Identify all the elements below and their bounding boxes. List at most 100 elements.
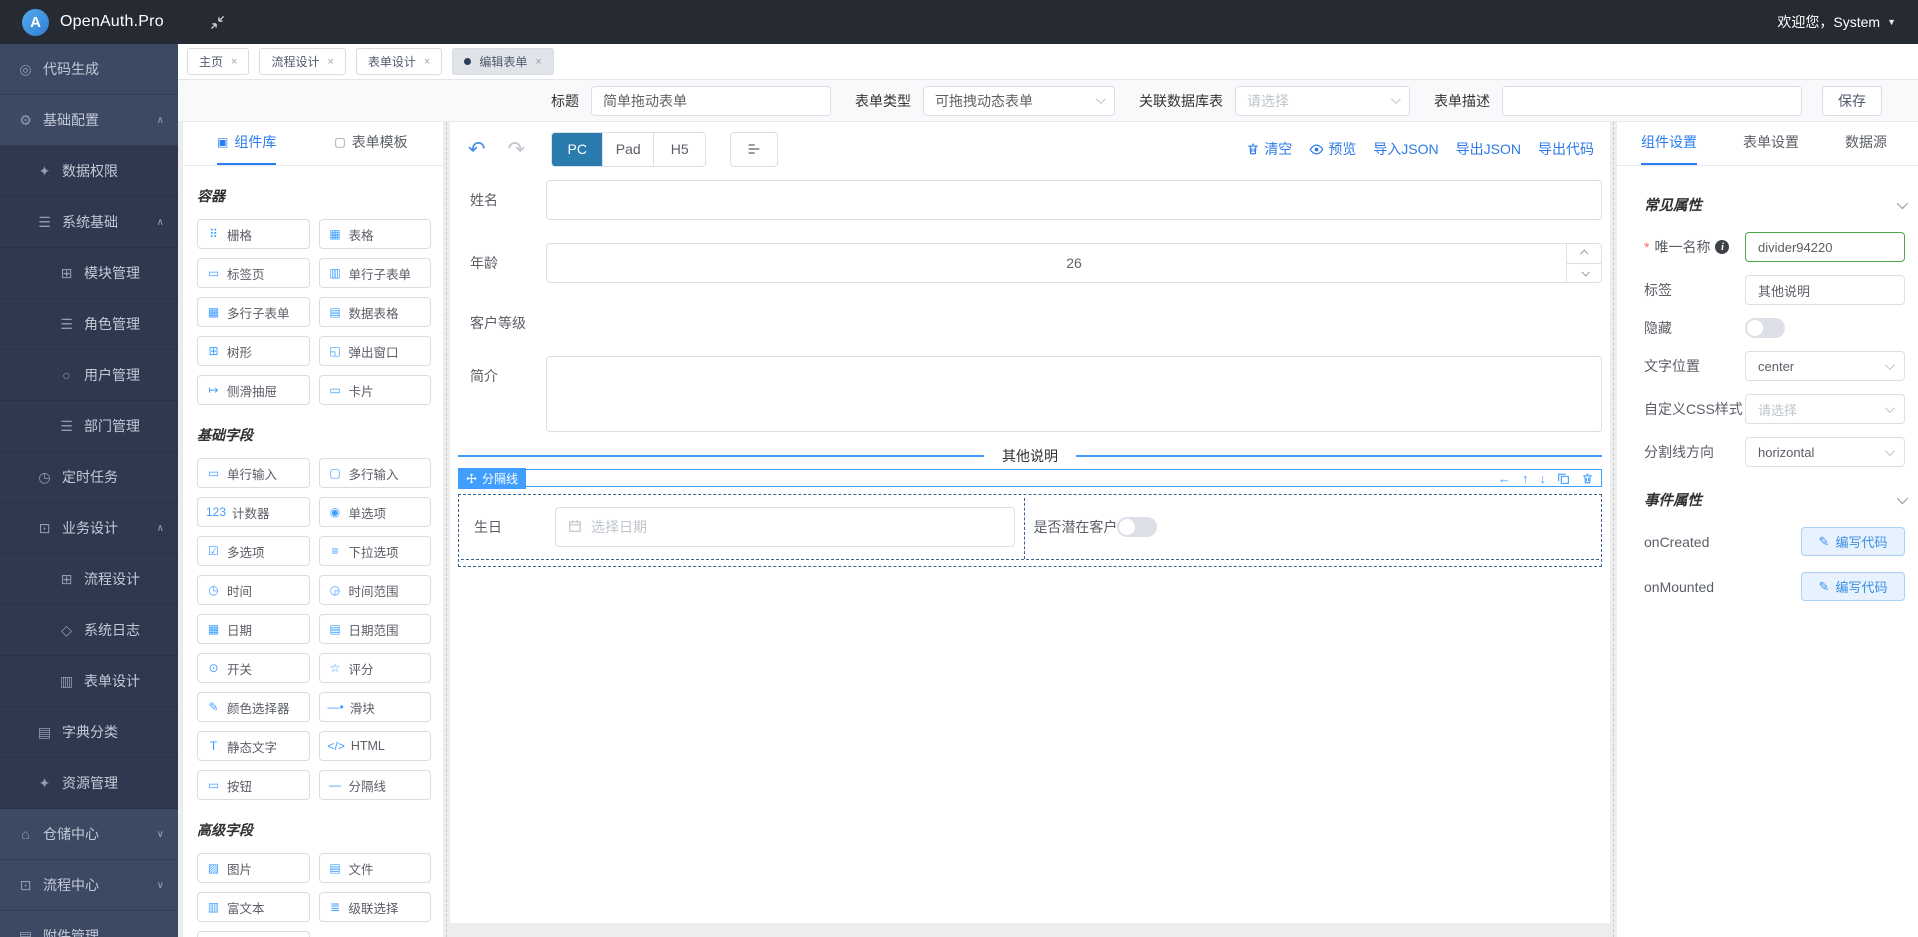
- close-tab-icon[interactable]: ×: [424, 56, 430, 68]
- sidebar-collapse-icon[interactable]: [210, 15, 225, 30]
- sidebar-item[interactable]: ⊞ 流程设计: [0, 554, 178, 605]
- library-component[interactable]: ≡ 下拉选项: [319, 536, 432, 566]
- library-component[interactable]: ▥ 富文本: [197, 892, 310, 922]
- library-component[interactable]: ▥ 单行子表单: [319, 258, 432, 288]
- sidebar-item[interactable]: ◷ 定时任务: [0, 452, 178, 503]
- info-icon[interactable]: i: [1715, 240, 1729, 254]
- page-tab[interactable]: 主页 ×: [187, 48, 249, 75]
- library-component[interactable]: ◱ 弹出窗口: [319, 336, 432, 366]
- library-component[interactable]: ◶ 时间范围: [319, 575, 432, 605]
- sidebar-item[interactable]: ☰ 部门管理: [0, 401, 178, 452]
- redo-icon[interactable]: ↷: [508, 137, 526, 162]
- name-input[interactable]: [546, 180, 1602, 220]
- library-component[interactable]: ⊞ 树形: [197, 336, 310, 366]
- age-number-input[interactable]: 26: [546, 243, 1602, 283]
- common-props-section-header[interactable]: 常见属性: [1644, 194, 1905, 215]
- library-component[interactable]: ◷ 时间: [197, 575, 310, 605]
- move-up-icon[interactable]: ↑: [1522, 471, 1529, 486]
- sidebar-item[interactable]: ▥ 表单设计: [0, 656, 178, 707]
- library-component[interactable]: ✎ 颜色选择器: [197, 692, 310, 722]
- unique-name-input[interactable]: divider94220: [1745, 232, 1905, 262]
- library-component[interactable]: ▤ 文件: [319, 853, 432, 883]
- sidebar-item[interactable]: ▤ 附件管理: [0, 911, 178, 937]
- sidebar-item[interactable]: ◎ 代码生成: [0, 44, 178, 95]
- library-component[interactable]: ▤ 数据表格: [319, 297, 432, 327]
- device-tab[interactable]: H5: [654, 133, 705, 166]
- page-tab[interactable]: 流程设计 ×: [259, 48, 345, 75]
- move-left-icon[interactable]: ←: [1498, 471, 1511, 486]
- device-tab[interactable]: PC: [552, 133, 603, 166]
- export-json-button[interactable]: 导出JSON: [1456, 139, 1521, 159]
- save-button[interactable]: 保存: [1822, 86, 1882, 116]
- export-code-button[interactable]: 导出代码: [1538, 139, 1594, 159]
- clear-button[interactable]: 清空: [1246, 139, 1292, 159]
- sidebar-item[interactable]: ▤ 字典分类: [0, 707, 178, 758]
- edit-code-button[interactable]: ✎ 编写代码: [1801, 572, 1905, 601]
- sidebar-item[interactable]: ✦ 资源管理: [0, 758, 178, 809]
- event-props-section-header[interactable]: 事件属性: [1644, 489, 1905, 510]
- tag-input[interactable]: 其他说明: [1745, 275, 1905, 305]
- library-component[interactable]: ▭ 单行输入: [197, 458, 310, 488]
- library-component[interactable]: ▦ 表格: [319, 219, 432, 249]
- form-desc-input[interactable]: [1502, 86, 1802, 116]
- library-component[interactable]: ≣ 级联选择: [319, 892, 432, 922]
- library-component[interactable]: ▦ 日期: [197, 614, 310, 644]
- drag-handle-chip[interactable]: 分隔线: [458, 468, 526, 489]
- library-component[interactable]: ▨ 图片: [197, 853, 310, 883]
- hidden-toggle[interactable]: [1745, 318, 1785, 338]
- user-menu[interactable]: 欢迎您，System ▼: [1777, 12, 1896, 32]
- selected-component-bar[interactable]: 分隔线 ← ↑ ↓: [458, 469, 1602, 487]
- library-component[interactable]: T 静态文字: [197, 731, 310, 761]
- birthday-date-picker[interactable]: 选择日期: [555, 507, 1015, 547]
- step-down-icon[interactable]: [1567, 264, 1602, 284]
- edit-code-button[interactable]: ✎ 编写代码: [1801, 527, 1905, 556]
- library-component[interactable]: ⊟ 插槽: [197, 931, 310, 937]
- library-component[interactable]: </> HTML: [319, 731, 432, 761]
- close-tab-icon[interactable]: ×: [535, 56, 541, 68]
- page-tab[interactable]: 表单设计 ×: [356, 48, 442, 75]
- close-tab-icon[interactable]: ×: [327, 56, 333, 68]
- divider-direction-select[interactable]: horizontal: [1745, 437, 1905, 467]
- library-component[interactable]: ▭ 卡片: [319, 375, 432, 405]
- library-component[interactable]: ▢ 多行输入: [319, 458, 432, 488]
- step-up-icon[interactable]: [1567, 243, 1602, 264]
- sidebar-item[interactable]: ◇ 系统日志: [0, 605, 178, 656]
- sidebar-item[interactable]: ✦ 数据权限: [0, 146, 178, 197]
- sidebar-item[interactable]: ☰ 系统基础 ∧: [0, 197, 178, 248]
- form-type-select[interactable]: 可拖拽动态表单: [923, 86, 1115, 116]
- library-component[interactable]: ▤ 日期范围: [319, 614, 432, 644]
- intro-textarea[interactable]: [546, 356, 1602, 432]
- sidebar-item[interactable]: ⌂ 仓储中心 ∨: [0, 809, 178, 860]
- library-component[interactable]: ↦ 侧滑抽屉: [197, 375, 310, 405]
- page-tab[interactable]: 编辑表单 ×: [452, 48, 553, 75]
- db-table-select[interactable]: 请选择: [1235, 86, 1410, 116]
- sidebar-item[interactable]: ⊡ 流程中心 ∨: [0, 860, 178, 911]
- library-component[interactable]: ◉ 单选项: [319, 497, 432, 527]
- tab-form-templates[interactable]: ▢ 表单模板: [334, 132, 407, 165]
- custom-css-select[interactable]: 请选择: [1745, 394, 1905, 424]
- library-component[interactable]: ▭ 标签页: [197, 258, 310, 288]
- preview-button[interactable]: 预览: [1309, 139, 1356, 159]
- sidebar-item[interactable]: ⊡ 业务设计 ∧: [0, 503, 178, 554]
- close-tab-icon[interactable]: ×: [231, 56, 237, 68]
- library-component[interactable]: ☑ 多选项: [197, 536, 310, 566]
- move-down-icon[interactable]: ↓: [1540, 471, 1547, 486]
- tab-datasource[interactable]: 数据源: [1845, 132, 1887, 165]
- tab-component-settings[interactable]: 组件设置: [1641, 132, 1697, 165]
- sidebar-item[interactable]: ⊞ 模块管理: [0, 248, 178, 299]
- library-component[interactable]: ⊙ 开关: [197, 653, 310, 683]
- undo-icon[interactable]: ↶: [468, 137, 486, 162]
- library-component[interactable]: ☆ 评分: [319, 653, 432, 683]
- library-component[interactable]: ▦ 多行子表单: [197, 297, 310, 327]
- device-tab[interactable]: Pad: [603, 133, 654, 166]
- text-position-select[interactable]: center: [1745, 351, 1905, 381]
- tab-form-settings[interactable]: 表单设置: [1743, 132, 1799, 165]
- sidebar-item[interactable]: ○ 用户管理: [0, 350, 178, 401]
- outline-tree-button[interactable]: [730, 132, 778, 167]
- delete-icon[interactable]: [1581, 472, 1594, 485]
- form-title-input[interactable]: 简单拖动表单: [591, 86, 831, 116]
- potential-customer-toggle[interactable]: [1117, 517, 1157, 537]
- library-component[interactable]: ▭ 按钮: [197, 770, 310, 800]
- selected-grid-row[interactable]: 生日 选择日期 是否潜在客户: [458, 494, 1602, 567]
- library-component[interactable]: —• 滑块: [319, 692, 432, 722]
